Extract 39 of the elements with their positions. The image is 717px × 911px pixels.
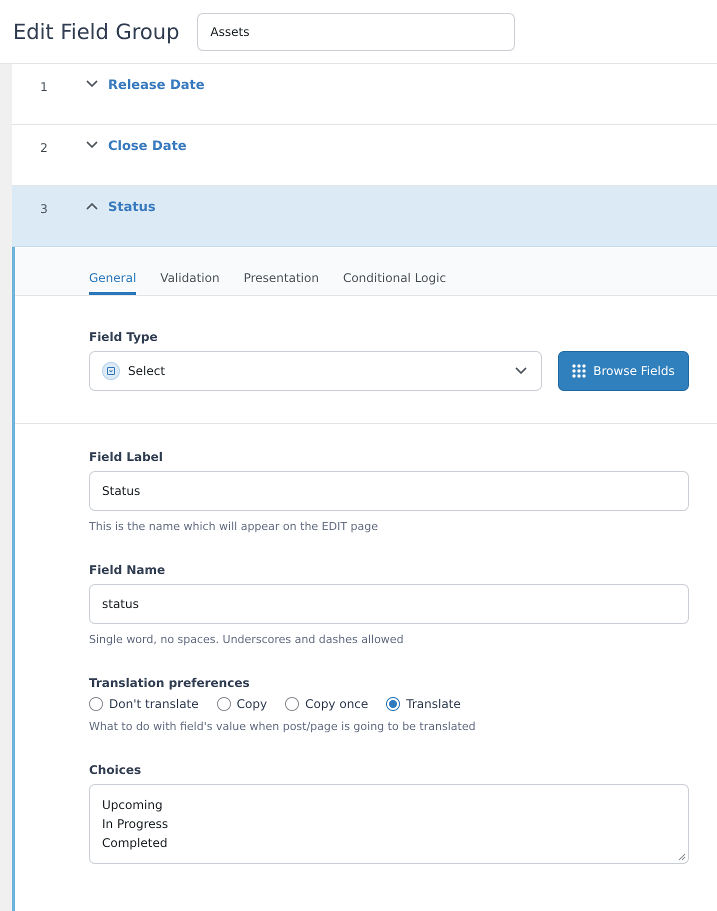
chevron-icon (86, 141, 98, 149)
field-row[interactable]: 1 Release Date (12, 64, 717, 125)
field-order-number: 3 (39, 201, 49, 216)
select-type-icon (102, 362, 120, 380)
radio-option[interactable]: Copy once (285, 697, 368, 711)
chevron-icon (86, 80, 98, 88)
field-type-label: Field Type (89, 330, 159, 344)
group-name-field[interactable]: Assets (197, 12, 516, 50)
radio-option[interactable]: Translate (386, 697, 461, 711)
help-text: What to do with field's value when post/page is going to be translated (89, 720, 477, 733)
field-label-input[interactable]: Status (89, 471, 689, 511)
settings-tab[interactable]: General (89, 247, 136, 295)
chevron-icon (515, 367, 527, 375)
field-title: Status (108, 199, 156, 215)
help-text: Single word, no spaces. Underscores and dashes allowed (89, 633, 405, 646)
field-title: Close Date (108, 138, 187, 154)
settings-tab[interactable]: Validation (160, 247, 220, 295)
help-text: This is the name which will appear on the EDIT page (89, 520, 380, 533)
field-type-dropdown[interactable]: Select (89, 351, 542, 391)
settings-tab[interactable]: Conditional Logic (342, 247, 446, 295)
settings-tab[interactable]: Presentation (244, 247, 319, 295)
choices-label: Choices (89, 763, 142, 777)
radio-option[interactable]: Copy (216, 697, 268, 711)
translation-label: Translation preferences (89, 676, 251, 690)
field-title: Release Date (108, 77, 205, 93)
field-order-number: 1 (39, 79, 49, 94)
field-name-input[interactable]: status (89, 584, 689, 624)
page-title: Edit Field Group (13, 20, 180, 44)
browse-fields-button[interactable]: Browse Fields (558, 351, 689, 391)
field-order-number: 2 (39, 140, 49, 155)
field-label-label: Field Label (89, 450, 164, 464)
radio-option[interactable]: Don't translate (89, 697, 199, 711)
field-row[interactable]: 3 Status (12, 186, 717, 247)
chevron-icon (86, 202, 98, 210)
choices-field[interactable]: Upcoming In Progress Completed (89, 784, 689, 864)
grid-icon (572, 364, 586, 378)
field-row[interactable]: 2 Close Date (12, 125, 717, 186)
resize-handle-icon[interactable] (678, 853, 686, 861)
field-name-label: Field Name (89, 563, 166, 577)
